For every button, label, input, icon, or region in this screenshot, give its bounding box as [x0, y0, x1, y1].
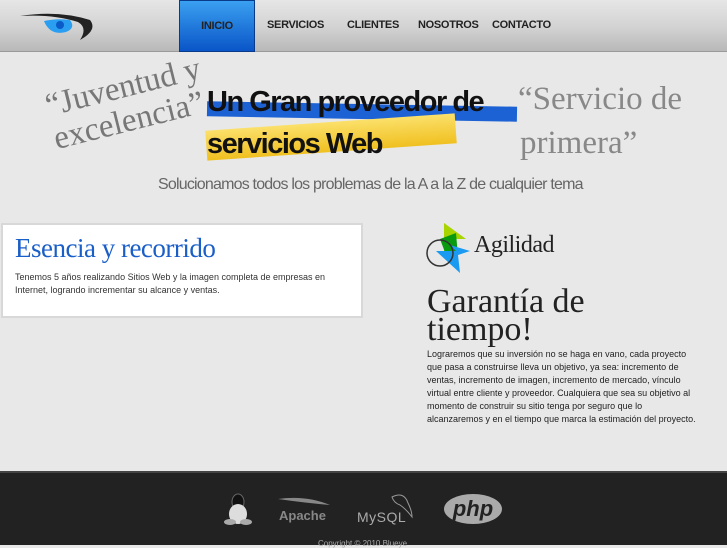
php-logo: php	[444, 494, 502, 524]
headline-line1: Un Gran proveedor de	[207, 86, 485, 118]
nav-clientes[interactable]: CLIENTES	[347, 0, 409, 52]
esencia-card: Esencia y recorrido Tenemos 5 años reali…	[1, 223, 363, 318]
header: INICIO SERVICIOS CLIENTES NOSOTROS CONTA…	[0, 0, 727, 52]
footer: Apache MySQL php Copyright © 2010 Blueye	[0, 471, 727, 548]
agility-arrow-clock-icon	[426, 223, 470, 273]
esencia-title: Esencia y recorrido	[15, 233, 216, 263]
quote-right-line1: “Servicio de	[518, 81, 683, 117]
apache-logo: Apache	[279, 508, 326, 523]
copyright: Copyright © 2010 Blueye	[318, 539, 408, 548]
mysql-logo: MySQL	[357, 509, 407, 525]
hero-banner: “Juventud y excelencia” Un Gran proveedo…	[0, 51, 727, 210]
agilidad-label: Agilidad	[474, 232, 555, 258]
quote-left: “Juventud y excelencia”	[41, 50, 208, 157]
linux-tux-icon	[224, 493, 252, 525]
logo-eye-icon[interactable]	[18, 12, 96, 42]
quote-right-line2: primera”	[520, 125, 638, 161]
nav-servicios[interactable]: SERVICIOS	[267, 0, 339, 52]
nav-nosotros[interactable]: NOSOTROS	[418, 0, 486, 52]
esencia-text: Tenemos 5 años realizando Sitios Web y l…	[15, 272, 326, 295]
tagline: Solucionamos todos los problemas de la A…	[158, 176, 584, 193]
headline-line2: servicios Web	[207, 128, 384, 160]
nav-contacto[interactable]: CONTACTO	[492, 0, 562, 52]
main-nav: INICIO SERVICIOS CLIENTES NOSOTROS CONTA…	[179, 0, 562, 52]
nav-inicio[interactable]: INICIO	[179, 0, 255, 52]
garantia-title: Garantía de tiempo!	[427, 283, 585, 348]
garantia-text: Lograremos que su inversión no se haga e…	[427, 349, 696, 424]
apache-feather-icon	[278, 497, 330, 505]
